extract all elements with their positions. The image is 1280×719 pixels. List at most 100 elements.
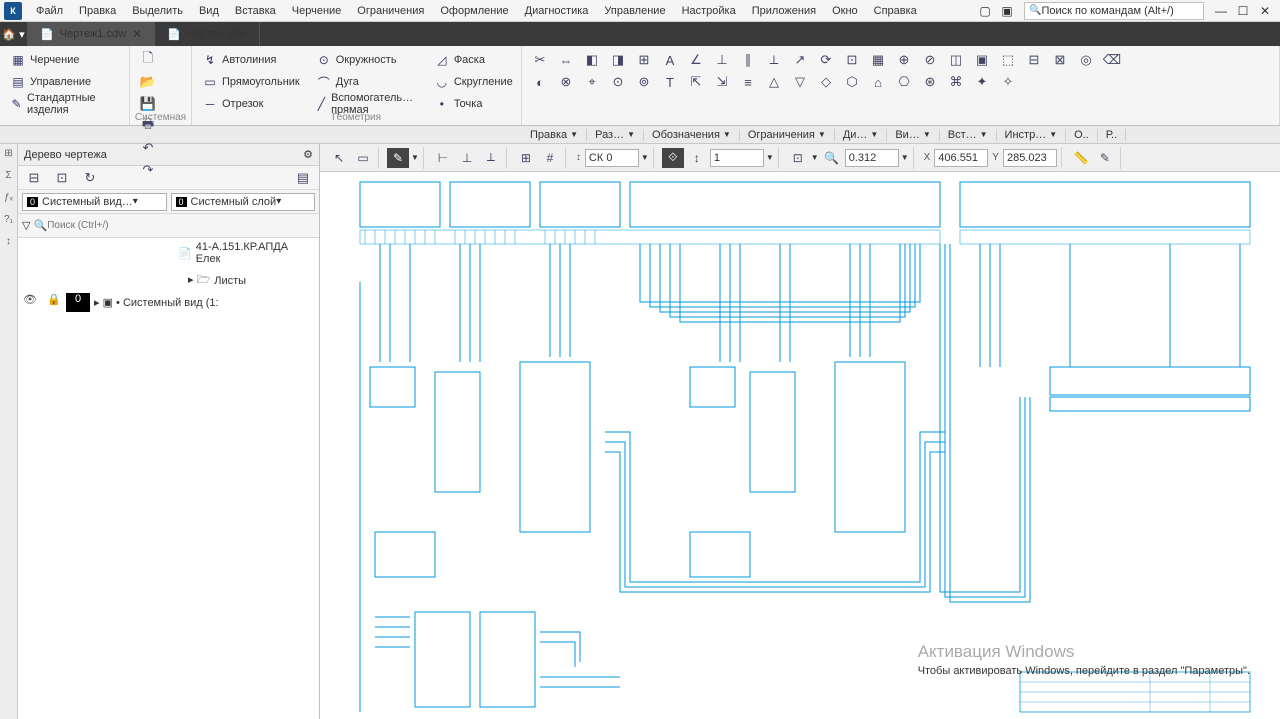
filter-icon[interactable]: ▤ [291, 168, 315, 188]
cat-dim[interactable]: Раз…▼ [587, 129, 644, 141]
lock-icon[interactable]: 🔒 [42, 293, 66, 312]
cursor-icon[interactable]: ↖ [328, 148, 350, 168]
expand-icon[interactable]: ⊟ [22, 168, 46, 188]
tool-icon[interactable]: ⊕ [892, 50, 916, 70]
rail-fx-icon[interactable]: ƒₓ [2, 192, 16, 206]
menu-manage[interactable]: Управление [596, 2, 673, 20]
open-icon[interactable]: 📂 [136, 72, 160, 92]
menu-diagnostics[interactable]: Диагностика [517, 2, 597, 20]
menu-constraints[interactable]: Ограничения [349, 2, 432, 20]
tool-icon[interactable]: ⇱ [684, 72, 708, 92]
tool-icon[interactable]: ⌫ [1100, 50, 1124, 70]
tab-inactive[interactable]: 📄 Чертеж.cdw [155, 22, 260, 46]
tool-icon[interactable]: ∥ [736, 50, 760, 70]
drawing-canvas[interactable] [320, 172, 1280, 719]
tool-icon[interactable]: △ [762, 72, 786, 92]
refresh-icon[interactable]: ↻ [78, 168, 102, 188]
menu-file[interactable]: Файл [28, 2, 71, 20]
layout-icon[interactable]: ▢ [974, 3, 996, 19]
cat-r[interactable]: Р.. [1098, 129, 1126, 141]
ribbon-management[interactable]: ▤Управление [6, 72, 123, 92]
command-search[interactable]: 🔍 Поиск по командам (Alt+/) [1024, 2, 1204, 20]
tool-icon[interactable]: ⊙ [606, 72, 630, 92]
ribbon-drawing[interactable]: ▦Черчение [6, 50, 123, 70]
tool-icon[interactable]: ✦ [970, 72, 994, 92]
step-icon[interactable]: ↕ [686, 148, 708, 168]
tool-icon[interactable]: ⊚ [632, 72, 656, 92]
cat-edit[interactable]: Правка▼ [522, 129, 587, 141]
menu-view[interactable]: Вид [191, 2, 227, 20]
cat-instr[interactable]: Инстр…▼ [997, 129, 1067, 141]
tool-icon[interactable]: ⎔ [892, 72, 916, 92]
tool-icon[interactable]: ✂ [528, 50, 552, 70]
tool-icon[interactable]: ⊛ [918, 72, 942, 92]
menu-formatting[interactable]: Оформление [432, 2, 516, 20]
tool-icon[interactable]: ⇲ [710, 72, 734, 92]
tool-icon[interactable]: ⟳ [814, 50, 838, 70]
ribbon-standard-parts[interactable]: ✎Стандартные изделия [6, 94, 123, 114]
cat-constraints[interactable]: Ограничения▼ [740, 129, 835, 141]
tool-icon[interactable]: ◨ [606, 50, 630, 70]
layout2-icon[interactable]: ▣ [996, 3, 1018, 19]
tool-icon[interactable]: ▽ [788, 72, 812, 92]
mode-icon[interactable]: ⟐ [662, 148, 684, 168]
layer-select[interactable]: 0Системный слой ▾ [171, 193, 316, 211]
chamfer-button[interactable]: ◿Фаска [430, 50, 517, 70]
redo-icon[interactable]: ↷ [136, 160, 160, 180]
tree-doc[interactable]: 📄 41-А.151.КР.АПДА Елек [18, 238, 319, 268]
menu-window[interactable]: Окно [824, 2, 866, 20]
minimize-button[interactable]: — [1210, 3, 1232, 19]
measure-icon[interactable]: 📏 [1070, 148, 1092, 168]
view-select[interactable]: 0Системный вид… ▾ [22, 193, 167, 211]
cat-di[interactable]: Ди…▼ [835, 129, 888, 141]
y-field[interactable]: 285.023 [1003, 149, 1057, 167]
tool-icon[interactable]: ⊟ [1022, 50, 1046, 70]
tab-active[interactable]: 📄 Чертеж1.cdw ✕ [28, 22, 155, 46]
menu-drawing[interactable]: Черчение [284, 2, 350, 20]
circle-button[interactable]: ⊙Окружность [312, 50, 422, 70]
menu-help[interactable]: Справка [866, 2, 925, 20]
tool-icon[interactable]: ⌖ [580, 72, 604, 92]
select-icon[interactable]: ▭ [352, 148, 374, 168]
home-button[interactable]: 🏠 ▾ [0, 22, 28, 46]
menu-select[interactable]: Выделить [124, 2, 191, 20]
tool-icon[interactable]: ⌘ [944, 72, 968, 92]
step-field[interactable]: 1 [710, 149, 764, 167]
tool-icon[interactable]: ⊞ [632, 50, 656, 70]
point-button[interactable]: •Точка [430, 94, 517, 114]
segment-button[interactable]: ─Отрезок [198, 94, 304, 114]
grid-icon[interactable]: ⊞ [515, 148, 537, 168]
arc-button[interactable]: ⌒Дуга [312, 72, 422, 92]
tool-icon[interactable]: ≡ [736, 72, 760, 92]
snap1-icon[interactable]: ⊢ [432, 148, 454, 168]
tool-icon[interactable]: ↗ [788, 50, 812, 70]
menu-settings[interactable]: Настройка [674, 2, 744, 20]
tool-icon[interactable]: ✧ [996, 72, 1020, 92]
x-field[interactable]: 406.551 [934, 149, 988, 167]
maximize-button[interactable]: ☐ [1232, 3, 1254, 19]
collapse-icon[interactable]: ⊡ [50, 168, 74, 188]
cat-o[interactable]: О.. [1066, 129, 1098, 141]
tool-icon[interactable]: ▦ [866, 50, 890, 70]
tool-icon[interactable]: ◐ [528, 72, 552, 92]
tool-icon[interactable]: ⊗ [554, 72, 578, 92]
cat-vst[interactable]: Вст…▼ [940, 129, 997, 141]
ck-field[interactable]: СК 0 [585, 149, 639, 167]
tool-icon[interactable]: ⊘ [918, 50, 942, 70]
tool-icon[interactable]: ⊠ [1048, 50, 1072, 70]
cat-annotations[interactable]: Обозначения▼ [644, 129, 740, 141]
autoline-button[interactable]: ↯Автолиния [198, 50, 304, 70]
fillet-button[interactable]: ◡Скругление [430, 72, 517, 92]
tool-icon[interactable]: А [658, 50, 682, 70]
zoom-icon[interactable]: 🔍 [821, 148, 843, 168]
snap3-icon[interactable]: ⟂ [480, 148, 502, 168]
new-icon[interactable]: 🗋 [136, 50, 160, 70]
funnel-icon[interactable]: ▽ [22, 219, 30, 232]
menu-edit[interactable]: Правка [71, 2, 124, 20]
tool-icon[interactable]: ▣ [970, 50, 994, 70]
rail-params-icon[interactable]: Σ [2, 170, 16, 184]
rail-layers-icon[interactable]: ↕ [2, 236, 16, 250]
tool-icon[interactable]: ⬡ [840, 72, 864, 92]
tool-icon[interactable]: ◎ [1074, 50, 1098, 70]
tree-sysview[interactable]: ▸ ▣ • Системный вид (1: [90, 293, 319, 312]
